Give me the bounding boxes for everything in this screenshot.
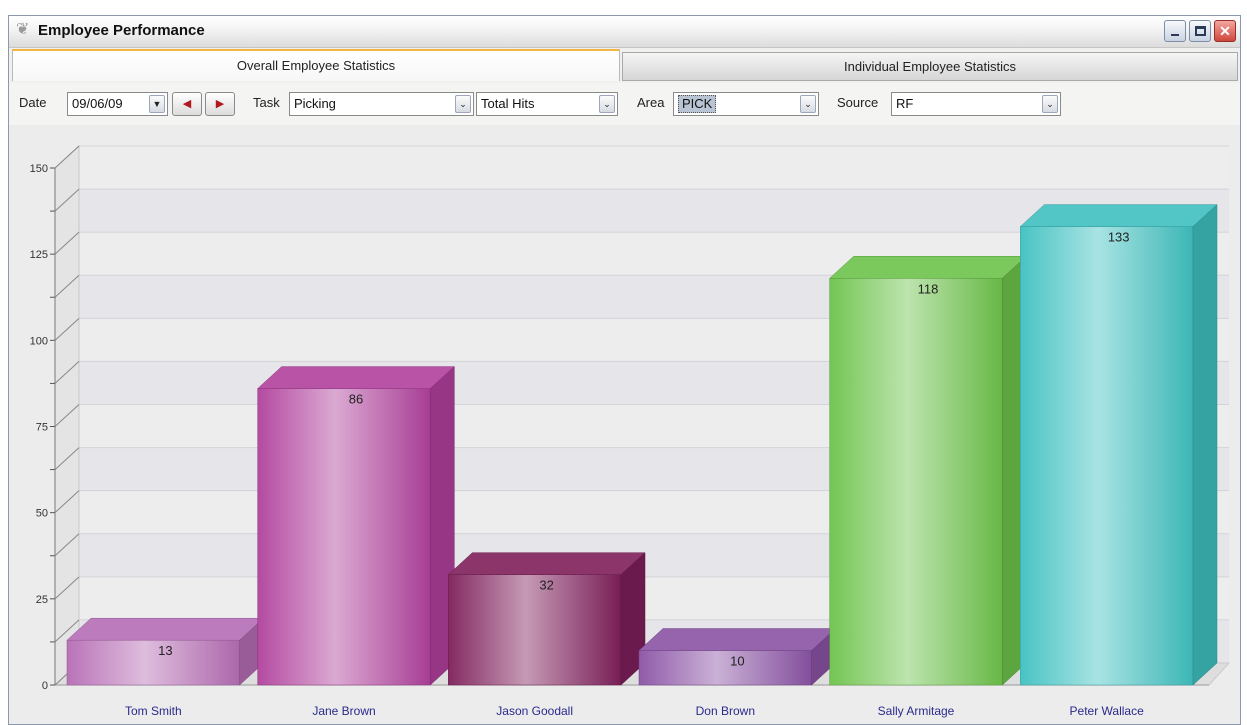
source-label: Source bbox=[837, 95, 879, 110]
chevron-down-icon: ⌄ bbox=[455, 95, 471, 113]
maximize-icon bbox=[1195, 26, 1206, 36]
date-value: 09/06/09 bbox=[72, 96, 123, 111]
chevron-down-icon: ⌄ bbox=[1042, 95, 1058, 113]
bar-front bbox=[638, 650, 812, 686]
y-tick-label: 150 bbox=[30, 163, 48, 175]
bar-front bbox=[448, 574, 622, 686]
window-title: Employee Performance bbox=[38, 22, 205, 39]
y-tick-label: 100 bbox=[30, 335, 48, 347]
category-label: Jason Goodall bbox=[496, 704, 573, 718]
arrow-left-icon: ◀ bbox=[182, 98, 192, 110]
category-label: Sally Armitage bbox=[878, 704, 955, 718]
y-tick-label: 125 bbox=[30, 249, 48, 261]
bar-top bbox=[829, 256, 1027, 279]
bar-front bbox=[829, 278, 1003, 686]
date-label: Date bbox=[19, 95, 47, 110]
metric-value: Total Hits bbox=[481, 96, 535, 111]
bar-top bbox=[447, 552, 646, 575]
tab-individual-employee-statistics[interactable]: Individual Employee Statistics bbox=[622, 52, 1238, 81]
tab-strip: Overall Employee Statistics Individual E… bbox=[12, 47, 1238, 81]
area-value: PICK bbox=[678, 95, 717, 113]
y-tick-label: 50 bbox=[36, 508, 48, 520]
category-label: Don Brown bbox=[696, 704, 755, 718]
bar-value-label: 118 bbox=[918, 281, 939, 296]
employee-performance-window: ❦ Employee Performance ✕ Overall Employe… bbox=[8, 15, 1241, 725]
chevron-down-icon: ⌄ bbox=[800, 95, 816, 113]
performance-chart: 0 25 50 75 100 125 150 13 Tom Smith 86 Jane Brown 3… bbox=[9, 125, 1240, 724]
bar-value-label: 10 bbox=[730, 654, 744, 669]
task-label: Task bbox=[253, 95, 280, 110]
y-tick-label: 25 bbox=[36, 594, 48, 606]
bar-top bbox=[66, 617, 265, 641]
bar-value-label: 32 bbox=[539, 578, 553, 593]
metric-dropdown[interactable]: Total Hits ⌄ bbox=[476, 92, 618, 116]
date-dropdown[interactable]: 09/06/09 ▼ bbox=[67, 92, 168, 116]
window-controls: ✕ bbox=[1164, 20, 1236, 42]
area-dropdown[interactable]: PICK ⌄ bbox=[673, 92, 819, 116]
filter-toolbar: Date 09/06/09 ▼ ◀ ▶ Task Picking ⌄ Total… bbox=[9, 83, 1240, 125]
bar-side bbox=[1192, 204, 1218, 686]
area-label: Area bbox=[637, 95, 665, 110]
bar-value-label: 133 bbox=[1108, 230, 1130, 245]
bar-front bbox=[257, 388, 431, 686]
task-dropdown[interactable]: Picking ⌄ bbox=[289, 92, 474, 116]
y-tick-label: 75 bbox=[36, 422, 48, 434]
source-dropdown[interactable]: RF ⌄ bbox=[891, 92, 1061, 116]
next-date-button[interactable]: ▶ bbox=[205, 92, 235, 116]
tab-overall-employee-statistics[interactable]: Overall Employee Statistics bbox=[12, 49, 620, 81]
bar-chart-svg: 0 25 50 75 100 125 150 13 Tom Smith 86 Jane Brown 3… bbox=[30, 144, 1231, 718]
category-label: Peter Wallace bbox=[1070, 704, 1145, 718]
task-value: Picking bbox=[294, 96, 336, 111]
bar-top bbox=[257, 366, 455, 389]
bar-front bbox=[66, 639, 240, 686]
chevron-down-icon: ▼ bbox=[149, 95, 165, 113]
category-label: Tom Smith bbox=[125, 704, 182, 718]
arrow-right-icon: ▶ bbox=[215, 98, 225, 110]
close-icon: ✕ bbox=[1219, 23, 1231, 39]
bar-front bbox=[1020, 226, 1194, 686]
title-bar[interactable]: ❦ Employee Performance ✕ bbox=[9, 16, 1240, 48]
bar-value-label: 13 bbox=[158, 643, 172, 658]
minimize-icon bbox=[1171, 34, 1179, 36]
chevron-down-icon: ⌄ bbox=[599, 95, 615, 113]
category-label: Jane Brown bbox=[312, 704, 375, 718]
source-value: RF bbox=[896, 96, 914, 111]
bar-top bbox=[638, 628, 837, 651]
grid-band bbox=[79, 146, 1229, 190]
app-logo-icon: ❦ bbox=[16, 21, 30, 38]
maximize-button[interactable] bbox=[1189, 20, 1211, 42]
close-button[interactable]: ✕ bbox=[1214, 20, 1236, 42]
minimize-button[interactable] bbox=[1164, 20, 1186, 42]
bar-value-label: 86 bbox=[349, 392, 363, 407]
bar-top bbox=[1019, 204, 1218, 227]
y-tick-label: 0 bbox=[42, 680, 48, 692]
previous-date-button[interactable]: ◀ bbox=[172, 92, 202, 116]
